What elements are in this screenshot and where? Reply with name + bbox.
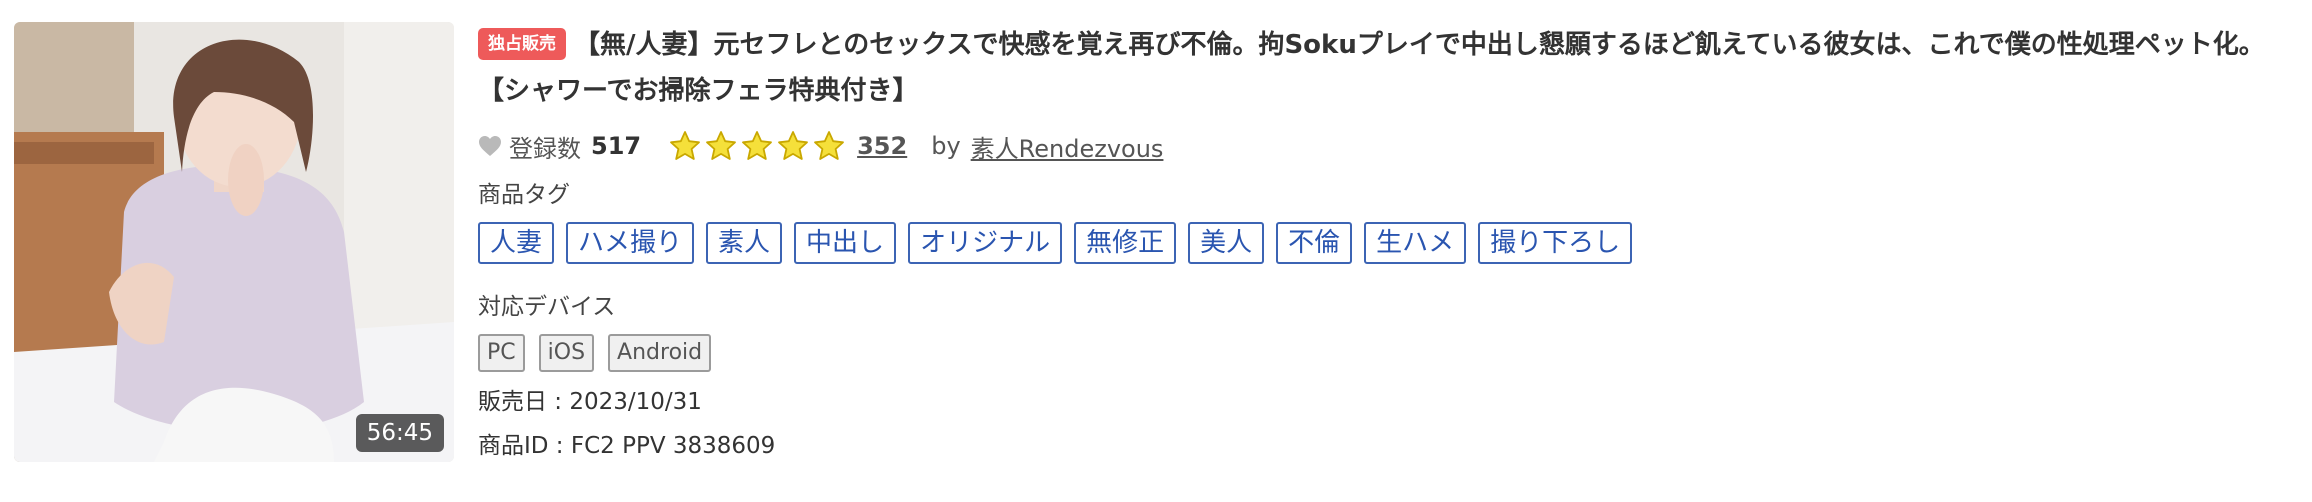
tag-item[interactable]: 素人 <box>706 222 783 264</box>
duration-label: 56:45 <box>355 414 444 452</box>
devices-section-label: 対応デバイス <box>478 294 616 320</box>
tag-item[interactable]: 中出し <box>794 222 897 264</box>
product-id: 商品ID : FC2 PPV 3838609 <box>478 433 776 459</box>
seller-link[interactable]: 素人Rendezvous <box>971 129 1164 164</box>
heart-icon[interactable] <box>478 135 502 157</box>
product-title-block: 独占販売 【無/人妻】元セフレとのセックスで快感を覚え再び不倫。拘Sokuプレイで… <box>478 22 2288 114</box>
tag-item[interactable]: ハメ撮り <box>566 222 695 264</box>
sale-date: 販売日 : 2023/10/31 <box>478 389 702 415</box>
product-stats: 登録数 517 352 by 素人Rendezvous <box>478 128 2298 164</box>
rating-stars <box>669 130 849 162</box>
device-badge: iOS <box>538 334 595 372</box>
product-info: 独占販売 【無/人妻】元セフレとのセックスで快感を覚え再び不倫。拘Sokuプレイで… <box>478 22 2298 464</box>
favorite-count: 517 <box>591 132 642 160</box>
tag-item[interactable]: 無修正 <box>1074 222 1177 264</box>
by-label: by <box>931 132 961 160</box>
favorite-label: 登録数 <box>509 134 581 163</box>
tag-item[interactable]: 人妻 <box>478 222 555 264</box>
thumbnail-image <box>14 22 454 462</box>
tag-item[interactable]: 美人 <box>1188 222 1265 264</box>
device-badge: Android <box>608 334 712 372</box>
star-icon <box>742 131 773 160</box>
tag-item[interactable]: 撮り下ろし <box>1478 222 1633 264</box>
exclusive-badge: 独占販売 <box>478 28 566 60</box>
device-badge: PC <box>478 334 525 372</box>
device-list: PC iOS Android <box>478 334 2298 372</box>
star-icon <box>670 131 701 160</box>
star-icon <box>814 131 845 160</box>
tag-item[interactable]: 不倫 <box>1276 222 1353 264</box>
star-icon <box>778 131 809 160</box>
tag-item[interactable]: オリジナル <box>908 222 1063 264</box>
tags-section-label: 商品タグ <box>478 182 570 208</box>
star-icon <box>706 131 737 160</box>
tag-list: 人妻 ハメ撮り 素人 中出し オリジナル 無修正 美人 不倫 生ハメ 撮り下ろし <box>478 222 2298 264</box>
tag-item[interactable]: 生ハメ <box>1364 222 1467 264</box>
product-thumbnail[interactable]: 56:45 <box>14 22 454 462</box>
review-count-link[interactable]: 352 <box>857 132 907 160</box>
product-title[interactable]: 【無/人妻】元セフレとのセックスで快感を覚え再び不倫。拘Sokuプレイで中出し懇… <box>478 30 2265 106</box>
